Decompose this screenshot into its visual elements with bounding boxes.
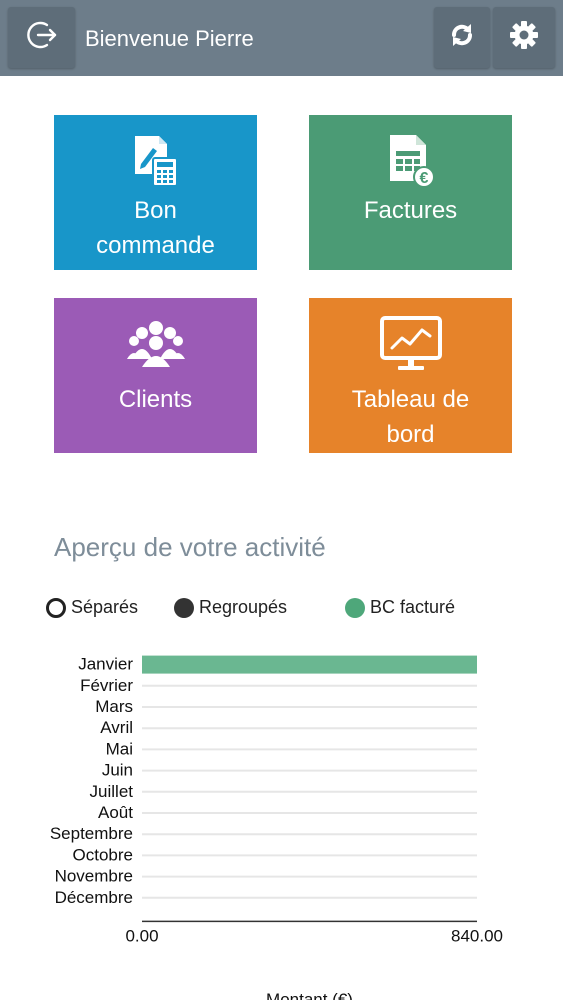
category-label: Novembre <box>55 867 133 886</box>
dashboard-chart-icon <box>379 316 442 372</box>
category-label: Avril <box>100 718 133 737</box>
tile-factures[interactable]: € Factures <box>309 115 512 270</box>
logout-icon <box>25 18 59 57</box>
category-label: Mai <box>106 739 133 758</box>
radio-open-icon <box>46 597 66 618</box>
welcome-text: Bienvenue Pierre <box>85 26 254 51</box>
legend-item-bc-facture[interactable]: BC facturé <box>345 597 455 618</box>
category-label: Octobre <box>73 845 133 864</box>
legend-item-separes[interactable]: Séparés <box>46 597 138 618</box>
radio-filled-icon <box>174 597 194 618</box>
top-bar: Bienvenue Pierre <box>0 0 563 76</box>
category-label: Février <box>80 676 133 695</box>
invoice-icon: € <box>388 133 434 189</box>
legend-label: BC facturé <box>370 597 456 617</box>
category-label: Décembre <box>55 888 133 907</box>
order-form-icon <box>133 133 179 189</box>
sync-icon <box>447 20 477 55</box>
legend-label: Regroupés <box>199 597 288 617</box>
category-label: Juillet <box>90 782 134 801</box>
x-tick-label: 0.00 <box>125 926 158 945</box>
tile-label: Tableau de bord <box>351 386 470 448</box>
category-label: Janvier <box>78 655 133 674</box>
tile-label: Clients <box>118 386 193 413</box>
category-label: Août <box>98 803 133 822</box>
series-color-icon <box>345 597 365 618</box>
legend-label: Séparés <box>71 597 139 617</box>
category-label: Juin <box>102 761 133 780</box>
activity-bar-chart: Janvier Février Mars Avril Mai Juin Juillet Aoû… <box>50 655 503 1000</box>
tile-clients[interactable]: Clients <box>54 298 257 453</box>
users-group-icon <box>126 316 185 372</box>
bar <box>142 655 477 674</box>
tile-label: Factures <box>363 197 458 224</box>
logout-button[interactable] <box>8 7 75 68</box>
tile-tableau-de-bord[interactable]: Tableau de bord <box>309 298 512 453</box>
tile-label: Bon commande <box>96 197 215 259</box>
category-label: Septembre <box>50 824 133 843</box>
svg-text:€: € <box>419 170 428 187</box>
category-label: Mars <box>95 697 133 716</box>
settings-button[interactable] <box>493 7 555 68</box>
gear-icon <box>509 20 539 55</box>
tile-bon-commande[interactable]: Bon commande <box>54 115 257 270</box>
x-axis-title: Montant (€) <box>266 990 353 1000</box>
x-tick-label: 840.00 <box>451 926 503 945</box>
sync-button[interactable] <box>434 7 490 68</box>
legend-item-regroupes[interactable]: Regroupés <box>174 597 287 618</box>
activity-title: Aperçu de votre activité <box>54 532 326 562</box>
